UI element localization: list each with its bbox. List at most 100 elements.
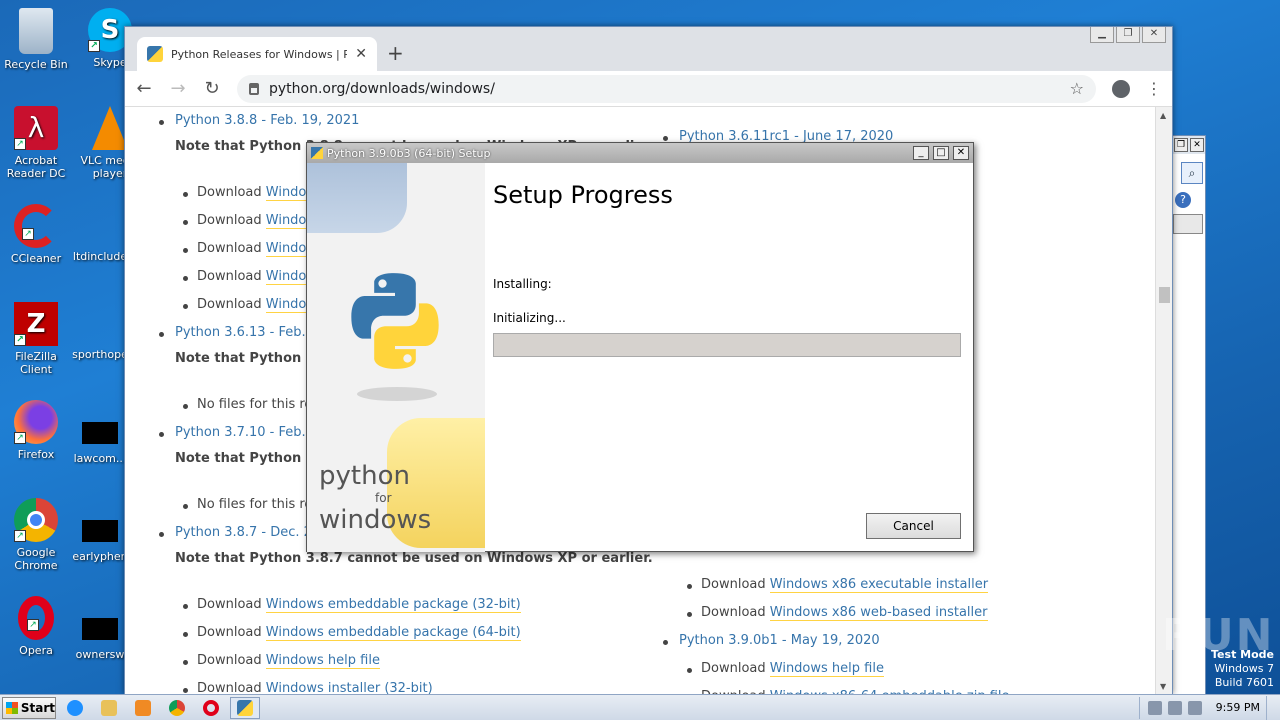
help-icon[interactable]: ? (1175, 192, 1191, 208)
download-link[interactable]: Windows x86 web-based installer (769, 605, 988, 621)
opera-icon (203, 699, 219, 716)
lock-icon (249, 82, 259, 95)
background-window-titlebar: ❐ ✕ (1173, 136, 1205, 154)
menu-icon[interactable]: ⋮ (1146, 79, 1162, 98)
close-window-icon[interactable]: ✕ (1142, 27, 1166, 43)
download-item: Download Windows x86 executable installe… (687, 577, 989, 593)
download-prefix: Download (197, 625, 262, 640)
dialog-title: Python 3.9.0b3 (64-bit) Setup (327, 146, 491, 160)
taskbar-ie[interactable] (60, 697, 90, 719)
desktop-icon-firefox[interactable]: ↗ Firefox (0, 400, 72, 461)
download-link[interactable]: Windows installer (32-bit) (265, 681, 433, 695)
desktop-icon-opera[interactable]: ↗ Opera (0, 596, 72, 657)
forward-icon[interactable]: → (169, 78, 187, 99)
internet-explorer-icon (67, 699, 83, 716)
browser-tab[interactable]: Python Releases for Windows | Pyth ✕ (137, 37, 377, 71)
clock[interactable]: 9:59 PM (1216, 701, 1260, 714)
desktop-icon-label: CCleaner (10, 252, 62, 265)
desktop-icon-filezilla[interactable]: Z ↗ FileZilla Client (0, 302, 72, 376)
release-link[interactable]: Python 3.6.13 - Feb. 1 (175, 325, 318, 340)
release-item: Python 3.9.0b1 - May 19, 2020 (663, 633, 880, 648)
bullet (687, 584, 692, 589)
volume-icon[interactable] (1147, 700, 1162, 715)
bullet (183, 688, 188, 693)
taskbar-python-setup[interactable] (230, 696, 260, 719)
shortcut-arrow-icon: ↗ (22, 228, 34, 240)
desktop-icon-recycle-bin[interactable]: Recycle Bin (0, 8, 72, 71)
brand-python: python (319, 461, 410, 491)
decorative-shape (307, 163, 407, 233)
download-item: Download Windows (183, 297, 324, 313)
desktop-icon-acrobat[interactable]: λ ↗ Acrobat Reader DC (0, 106, 72, 180)
reload-icon[interactable]: ↻ (203, 78, 221, 99)
release-note: Note that Python 3.8.7 cannot be used on… (175, 551, 653, 566)
bullet (183, 248, 188, 253)
desktop-icon-ccleaner[interactable]: ↗ CCleaner (0, 204, 72, 265)
bullet (663, 136, 668, 141)
download-link[interactable]: Windows embeddable package (32-bit) (265, 597, 521, 613)
desktop-icon-label: ownersw (75, 648, 125, 661)
release-link[interactable]: Python 3.8.8 - Feb. 19, 2021 (175, 113, 359, 128)
scrollbar-thumb[interactable] (1159, 287, 1170, 303)
firefox-icon: ↗ (14, 400, 58, 444)
shortcut-arrow-icon: ↗ (27, 619, 39, 631)
address-bar[interactable]: python.org/downloads/windows/ ☆ (237, 74, 1096, 103)
release-link[interactable]: Python 3.8.7 - Dec. 21 (175, 525, 320, 540)
page-scrollbar[interactable]: ▲ ▼ (1155, 107, 1172, 695)
new-tab-icon[interactable]: + (387, 41, 404, 65)
scroll-up-icon[interactable]: ▲ (1160, 111, 1166, 120)
close-tab-icon[interactable]: ✕ (355, 46, 367, 62)
show-desktop-button[interactable] (1266, 695, 1280, 720)
shortcut-arrow-icon: ↗ (14, 138, 26, 150)
blank-file-icon (82, 422, 118, 444)
shortcut-arrow-icon: ↗ (14, 334, 26, 346)
release-item: Python 3.7.10 - Feb. 1 (159, 425, 318, 440)
taskbar-chrome[interactable] (162, 697, 192, 719)
tab-title: Python Releases for Windows | Pyth (171, 47, 348, 61)
network-icon[interactable] (1167, 700, 1182, 715)
desktop-icon-chrome[interactable]: ↗ Google Chrome (0, 498, 72, 572)
download-prefix: Download (197, 653, 262, 668)
download-item: Download Windows embeddable package (32-… (183, 597, 521, 613)
close-icon[interactable]: ✕ (1190, 138, 1204, 152)
start-label: Start (20, 700, 55, 715)
desktop-icon-label: ltdinclude (72, 250, 128, 263)
desktop-icon-label: Google Chrome (14, 546, 58, 572)
profile-icon[interactable] (1112, 79, 1130, 98)
shortcut-arrow-icon: ↗ (14, 530, 26, 542)
maximize-icon[interactable]: □ (933, 146, 949, 160)
logo-shadow (357, 387, 437, 401)
taskbar-media-player[interactable] (128, 697, 158, 719)
taskbar-explorer[interactable] (94, 697, 124, 719)
maximize-icon[interactable]: ❐ (1116, 27, 1140, 43)
minimize-icon[interactable]: ▁ (1090, 27, 1114, 43)
bookmark-star-icon[interactable]: ☆ (1070, 79, 1084, 98)
folder-icon (101, 699, 117, 716)
bullet (183, 632, 188, 637)
download-link[interactable]: Windows help file (769, 661, 884, 677)
release-link[interactable]: Python 3.7.10 - Feb. 1 (175, 425, 318, 440)
python-favicon-icon (147, 46, 163, 62)
search-icon[interactable]: ⌕ (1181, 162, 1203, 184)
system-tray (1138, 696, 1210, 719)
minimize-icon[interactable]: _ (913, 146, 929, 160)
close-icon[interactable]: ✕ (953, 146, 969, 160)
action-center-flag-icon[interactable] (1187, 700, 1202, 715)
python-for-windows-wordmark: python for windows (319, 461, 431, 535)
scroll-down-icon[interactable]: ▼ (1160, 682, 1166, 691)
restore-icon[interactable]: ❐ (1174, 138, 1188, 152)
start-button[interactable]: Start (2, 696, 56, 719)
vlc-icon (92, 106, 128, 150)
browser-toolbar: ← → ↻ python.org/downloads/windows/ ☆ ⋮ (125, 71, 1172, 107)
release-link[interactable]: Python 3.9.0b1 - May 19, 2020 (679, 633, 880, 648)
download-link[interactable]: Windows embeddable package (64-bit) (265, 625, 521, 641)
bullet (159, 332, 164, 337)
download-prefix: Download (701, 605, 766, 620)
cancel-button[interactable]: Cancel (866, 513, 961, 539)
no-files-item: No files for this rel (183, 497, 316, 512)
back-icon[interactable]: ← (135, 78, 153, 99)
download-link[interactable]: Windows help file (265, 653, 380, 669)
download-link[interactable]: Windows x86 executable installer (769, 577, 989, 593)
setup-heading: Setup Progress (493, 181, 673, 209)
taskbar-opera[interactable] (196, 697, 226, 719)
